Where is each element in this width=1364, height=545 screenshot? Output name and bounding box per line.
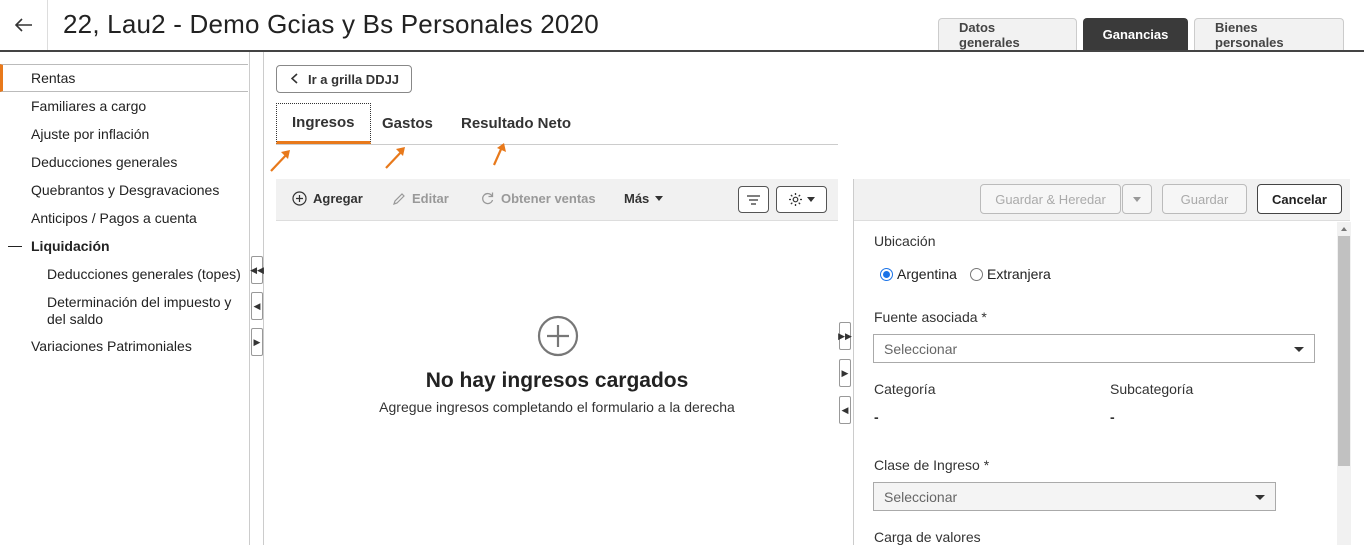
- subcategory-label: Subcategoría: [1110, 381, 1194, 397]
- tab-resultado-neto[interactable]: Resultado Neto: [461, 103, 571, 144]
- radio-extranjera-label: Extranjera: [987, 266, 1051, 282]
- tab-ingresos[interactable]: Ingresos: [276, 103, 371, 144]
- save-button[interactable]: Guardar: [1162, 184, 1247, 214]
- gear-icon: [789, 193, 802, 206]
- add-button-label: Agregar: [313, 191, 363, 206]
- radio-argentina-label: Argentina: [897, 266, 957, 282]
- income-class-label: Clase de Ingreso *: [874, 457, 990, 473]
- sidebar-item-variaciones[interactable]: Variaciones Patrimoniales: [0, 338, 248, 355]
- annotation-arrow-icon: [385, 147, 405, 169]
- sidebar-section-liquidacion[interactable]: Liquidación: [0, 238, 248, 255]
- source-label: Fuente asociada *: [874, 309, 987, 325]
- add-button[interactable]: Agregar: [292, 191, 363, 206]
- source-select[interactable]: Seleccionar: [873, 334, 1315, 363]
- empty-state-subtitle: Agregue ingresos completando el formular…: [379, 399, 735, 415]
- form-toolbar: Guardar & Heredar Guardar Cancelar: [854, 179, 1350, 221]
- back-to-grid-button[interactable]: Ir a grilla DDJJ: [276, 65, 412, 93]
- collapse-dash-icon: [8, 246, 22, 247]
- pencil-icon: [393, 192, 405, 205]
- edit-button[interactable]: Editar: [392, 191, 449, 206]
- get-sales-button[interactable]: Obtener ventas: [480, 191, 596, 206]
- app-header: 22, Lau2 - Demo Gcias y Bs Personales 20…: [0, 0, 1364, 52]
- save-inherit-button[interactable]: Guardar & Heredar: [980, 184, 1121, 214]
- list-toolbar: Agregar Editar Obtener ventas Más: [276, 179, 838, 221]
- sidebar-item-determinacion[interactable]: Determinación del impuesto y del saldo: [0, 294, 248, 328]
- expand-right-icon[interactable]: ▶: [839, 359, 851, 387]
- settings-dropdown[interactable]: [776, 186, 827, 213]
- chevron-left-icon: [290, 72, 298, 87]
- radio-argentina[interactable]: Argentina: [880, 266, 957, 282]
- tabs-divider: [276, 144, 838, 145]
- sidebar-section-label: Liquidación: [31, 238, 110, 254]
- sidebar-item-quebrantos[interactable]: Quebrantos y Desgravaciones: [0, 182, 248, 199]
- income-class-select[interactable]: Seleccionar: [873, 482, 1276, 511]
- back-arrow-svg: [14, 18, 32, 32]
- top-tabs: Datos generales Ganancias Bienes persona…: [938, 18, 1344, 50]
- sidebar-splitter: [263, 52, 264, 545]
- collapse-left-icon[interactable]: ◀: [839, 396, 851, 424]
- annotation-arrow-icon: [492, 143, 506, 166]
- scroll-thumb[interactable]: [1338, 236, 1350, 466]
- sidebar-item-anticipos[interactable]: Anticipos / Pagos a cuenta: [0, 210, 248, 227]
- caret-down-icon: [1133, 196, 1141, 202]
- caret-down-icon: [1255, 495, 1265, 500]
- refresh-icon: [482, 192, 494, 205]
- plus-circle-large-icon: [537, 315, 579, 357]
- empty-state-title: No hay ingresos cargados: [425, 369, 689, 392]
- scroll-up-icon[interactable]: [1337, 223, 1351, 235]
- sidebar-item-familiares[interactable]: Familiares a cargo: [0, 98, 248, 115]
- lines-icon: [747, 194, 760, 205]
- get-sales-label: Obtener ventas: [501, 191, 596, 206]
- caret-down-icon: [1294, 347, 1304, 352]
- tab-ganancias[interactable]: Ganancias: [1083, 18, 1188, 50]
- sidebar-item-deducciones-topes[interactable]: Deducciones generales (topes): [0, 266, 248, 283]
- source-select-value: Seleccionar: [884, 340, 958, 357]
- category-label: Categoría: [874, 381, 936, 397]
- sidebar: Rentas Familiares a cargo Ajuste por inf…: [0, 52, 250, 545]
- caret-down-icon: [807, 197, 815, 202]
- radio-unselected-icon: [970, 267, 983, 281]
- edit-button-label: Editar: [412, 191, 449, 206]
- tab-bienes-personales[interactable]: Bienes personales: [1194, 18, 1344, 50]
- tab-gastos[interactable]: Gastos: [382, 103, 433, 144]
- expand-right-icon[interactable]: ▶: [251, 328, 263, 356]
- sidebar-item-ajuste-inflacion[interactable]: Ajuste por inflación: [0, 126, 248, 143]
- collapse-all-icon[interactable]: ◀◀: [250, 256, 264, 284]
- back-to-grid-label: Ir a grilla DDJJ: [308, 71, 400, 87]
- income-class-value: Seleccionar: [884, 488, 958, 505]
- category-value: -: [874, 409, 879, 425]
- radio-extranjera[interactable]: Extranjera: [970, 266, 1051, 282]
- tab-datos-generales[interactable]: Datos generales: [938, 18, 1077, 50]
- list-view-button[interactable]: [738, 186, 769, 213]
- page-title: 22, Lau2 - Demo Gcias y Bs Personales 20…: [63, 9, 599, 39]
- save-inherit-dropdown[interactable]: [1122, 184, 1152, 214]
- radio-selected-icon: [880, 267, 893, 281]
- back-arrow-icon[interactable]: [0, 0, 48, 50]
- annotation-arrow-icon: [270, 150, 290, 172]
- collapse-left-icon[interactable]: ◀: [251, 292, 263, 320]
- caret-down-icon: [655, 196, 664, 201]
- more-label: Más: [624, 191, 650, 206]
- values-label: Carga de valores: [874, 529, 981, 545]
- cancel-button[interactable]: Cancelar: [1257, 184, 1342, 214]
- sidebar-item-rentas[interactable]: Rentas: [0, 64, 248, 92]
- form-scrollbar[interactable]: [1337, 222, 1351, 545]
- panel-splitter: [853, 179, 854, 545]
- plus-circle-icon: [292, 191, 307, 206]
- expand-form-icon[interactable]: ▶▶: [838, 322, 852, 350]
- more-dropdown[interactable]: Más: [624, 191, 664, 206]
- sidebar-item-deducciones[interactable]: Deducciones generales: [0, 154, 248, 171]
- location-label: Ubicación: [874, 233, 936, 249]
- subcategory-value: -: [1110, 409, 1115, 425]
